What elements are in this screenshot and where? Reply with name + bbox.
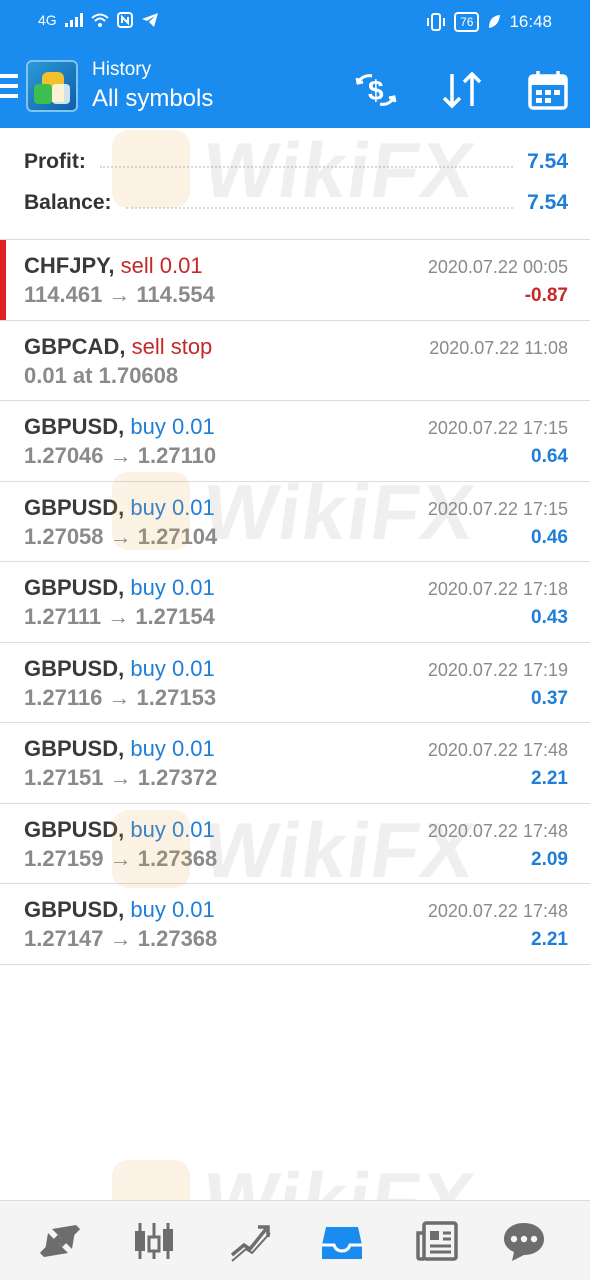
currency-exchange-icon[interactable]: $ (354, 70, 398, 110)
price-detail: 1.27111 → 1.27154 (24, 604, 215, 629)
price-detail: 1.27151 → 1.27372 (24, 765, 218, 790)
nfc-icon (116, 12, 133, 28)
trade-row[interactable]: GBPUSD, buy 0.01 1.27147 → 1.27368 2020.… (0, 884, 590, 965)
calendar-icon[interactable] (526, 70, 570, 110)
price-detail: 114.461 → 114.554 (24, 282, 215, 307)
trade-row[interactable]: GBPUSD, buy 0.01 1.27111 → 1.27154 2020.… (0, 562, 590, 643)
trade-action: buy 0.01 (130, 414, 215, 439)
symbol: GBPUSD, (24, 494, 125, 520)
trade-profit: 2.21 (531, 768, 568, 789)
price-detail: 1.27058 → 1.27104 (24, 523, 218, 549)
symbol: CHFJPY, (24, 253, 115, 278)
status-left: 4G (38, 12, 159, 28)
profit-label: Profit: (24, 150, 86, 173)
candlestick-chart-icon[interactable] (132, 1219, 176, 1263)
trade-action: sell 0.01 (120, 253, 203, 278)
trade-action: buy 0.01 (130, 494, 215, 520)
trade-date: 2020.07.22 00:05 (427, 257, 568, 277)
history-inbox-icon[interactable] (320, 1219, 364, 1263)
trade-row[interactable]: GBPUSD, buy 0.01 1.27151 → 1.27372 2020.… (0, 723, 590, 804)
battery-level: 76 (454, 12, 480, 32)
symbol: GBPUSD, (24, 414, 125, 439)
trade-row[interactable]: CHFJPY, sell 0.01 114.461 → 114.554 2020… (0, 240, 590, 321)
trade-action: buy 0.01 (130, 575, 215, 600)
price-detail: 0.01 at 1.70608 (24, 362, 179, 388)
news-icon[interactable] (416, 1219, 460, 1263)
title-block[interactable]: History All symbols (92, 58, 213, 116)
network-type: 4G (38, 12, 57, 28)
symbol: GBPUSD, (24, 575, 125, 600)
symbol: GBPUSD, (24, 736, 125, 761)
trade-icon[interactable] (38, 1219, 82, 1263)
trade-action: buy 0.01 (130, 736, 215, 761)
trade-date: 2020.07.22 17:48 (427, 820, 568, 841)
price-detail: 1.27147 → 1.27368 (24, 926, 218, 951)
price-detail: 1.27159 → 1.27368 (24, 845, 218, 871)
status-right: 76 16:48 (426, 12, 552, 32)
trade-date: 2020.07.22 17:15 (427, 498, 568, 519)
trade-date: 2020.07.22 17:48 (427, 740, 568, 760)
history-list: CHFJPY, sell 0.01 114.461 → 114.554 2020… (0, 240, 590, 965)
trade-profit: 0.46 (531, 526, 568, 548)
svg-text:$: $ (368, 75, 384, 106)
trade-profit: 2.21 (531, 929, 568, 950)
account-summary: Profit: 7.54 Balance: 7.54 (0, 128, 590, 240)
trade-row[interactable]: GBPUSD, buy 0.01 1.27046 → 1.27110 2020.… (0, 401, 590, 482)
balance-row: Balance: 7.54 (24, 183, 568, 223)
status-bar: 4G 76 16:48 (0, 0, 590, 48)
trade-profit: 0.43 (531, 607, 568, 628)
sort-icon[interactable] (440, 70, 484, 110)
signal-icon (64, 13, 83, 27)
price-detail: 1.27046 → 1.27110 (24, 443, 217, 468)
trade-date: 2020.07.22 17:48 (427, 901, 568, 921)
page-subtitle: History (92, 59, 152, 80)
trade-row[interactable]: GBPUSD, buy 0.01 1.27159 → 1.27368 2020.… (0, 804, 590, 884)
trade-action: buy 0.01 (130, 816, 215, 842)
trade-profit: 0.64 (531, 446, 568, 467)
trade-profit: -0.87 (524, 285, 568, 306)
profit-value: 7.54 (527, 150, 568, 173)
profit-row: Profit: 7.54 (24, 142, 568, 182)
trend-chart-icon[interactable] (228, 1219, 272, 1263)
symbol: GBPCAD, (24, 333, 126, 359)
trade-row[interactable]: GBPCAD, sell stop 0.01 at 1.70608 2020.0… (0, 321, 590, 401)
trade-row[interactable]: GBPUSD, buy 0.01 1.27058 → 1.27104 2020.… (0, 482, 590, 562)
telegram-icon (141, 13, 158, 27)
dotted-leader (125, 197, 514, 209)
trade-action: buy 0.01 (130, 897, 215, 922)
leaf-icon (489, 15, 501, 28)
price-detail: 1.27116 → 1.27153 (24, 684, 217, 710)
bottom-navigation (0, 1200, 590, 1280)
trade-row[interactable]: GBPUSD, buy 0.01 1.27116 → 1.27153 2020.… (0, 643, 590, 723)
trade-date: 2020.07.22 17:18 (427, 579, 568, 599)
wifi-icon (91, 13, 109, 27)
symbol: GBPUSD, (24, 816, 125, 842)
trade-profit: 2.09 (531, 848, 568, 870)
trade-action: sell stop (131, 333, 213, 359)
symbol: GBPUSD, (24, 655, 125, 681)
clock: 16:48 (509, 12, 552, 31)
app-bar: History All symbols $ (0, 48, 590, 128)
menu-icon[interactable] (0, 74, 20, 100)
trade-profit: 0.37 (531, 687, 568, 709)
trade-date: 2020.07.22 17:19 (427, 659, 568, 680)
trade-date: 2020.07.22 11:08 (429, 337, 568, 358)
vibrate-icon (427, 13, 446, 31)
balance-label: Balance: (24, 191, 112, 214)
trade-action: buy 0.01 (130, 655, 215, 681)
app-logo (26, 60, 78, 112)
selected-marker (0, 240, 6, 320)
balance-value: 7.54 (527, 191, 568, 214)
symbol: GBPUSD, (24, 897, 125, 922)
dotted-leader (99, 156, 514, 168)
chat-icon[interactable] (502, 1219, 546, 1263)
trade-date: 2020.07.22 17:15 (427, 418, 568, 438)
page-title: All symbols (92, 85, 214, 112)
